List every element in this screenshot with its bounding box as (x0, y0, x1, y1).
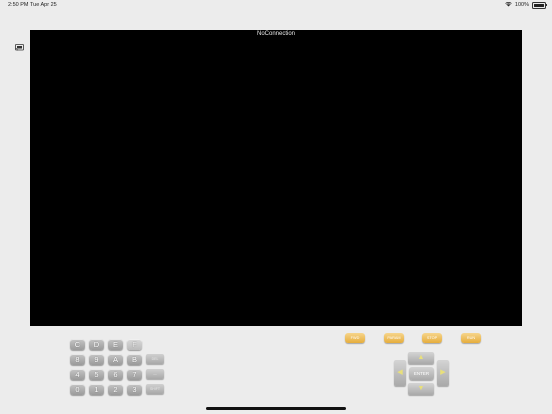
stop-button[interactable]: STOP (422, 333, 442, 343)
status-bar: 2:50 PM Tue Apr 25 100% (0, 0, 552, 12)
wifi-icon (505, 1, 512, 9)
connection-status: NoConnection (256, 31, 296, 37)
home-indicator[interactable] (206, 407, 346, 410)
key-0[interactable]: 0 (70, 384, 85, 395)
fwd-button[interactable]: FWD (345, 333, 365, 343)
key-8[interactable]: 8 (70, 354, 85, 365)
status-time: 2:50 PM (8, 2, 29, 8)
battery-percent: 100% (514, 2, 529, 8)
left-arrow-icon[interactable]: ◀ (394, 360, 406, 386)
enter-button[interactable]: ENTER (409, 367, 434, 380)
key-3[interactable]: 3 (127, 384, 142, 395)
key-5[interactable]: 5 (89, 369, 104, 380)
down-arrow-icon[interactable]: ▼ (408, 383, 434, 395)
right-arrow-icon[interactable]: ▶ (437, 360, 449, 386)
status-date: Tue Apr 25 (30, 2, 57, 8)
key-1[interactable]: 1 (89, 384, 104, 395)
key-a[interactable]: A (108, 354, 123, 365)
key-f[interactable]: F (127, 339, 142, 350)
up-arrow-icon[interactable]: ▲ (408, 352, 434, 364)
status-right: 100% (505, 1, 547, 9)
remote-display[interactable]: NoConnection (30, 30, 522, 326)
key-4[interactable]: 4 (70, 369, 85, 380)
key-dash[interactable]: — (146, 369, 164, 379)
key-7[interactable]: 7 (127, 369, 142, 380)
cast-icon[interactable] (15, 38, 24, 51)
key-6[interactable]: 6 (108, 369, 123, 380)
key-e[interactable]: E (108, 339, 123, 350)
key-b[interactable]: B (127, 354, 142, 365)
param-button[interactable]: PARAM (384, 333, 404, 343)
key-9[interactable]: 9 (89, 354, 104, 365)
key-d[interactable]: D (89, 339, 104, 350)
battery-icon (532, 1, 547, 9)
run-button[interactable]: RUN (461, 333, 481, 343)
key-2[interactable]: 2 (108, 384, 123, 395)
key-c[interactable]: C (70, 339, 85, 350)
key-shift[interactable]: SHIFT (146, 384, 164, 394)
key-del[interactable]: DEL (146, 354, 164, 364)
